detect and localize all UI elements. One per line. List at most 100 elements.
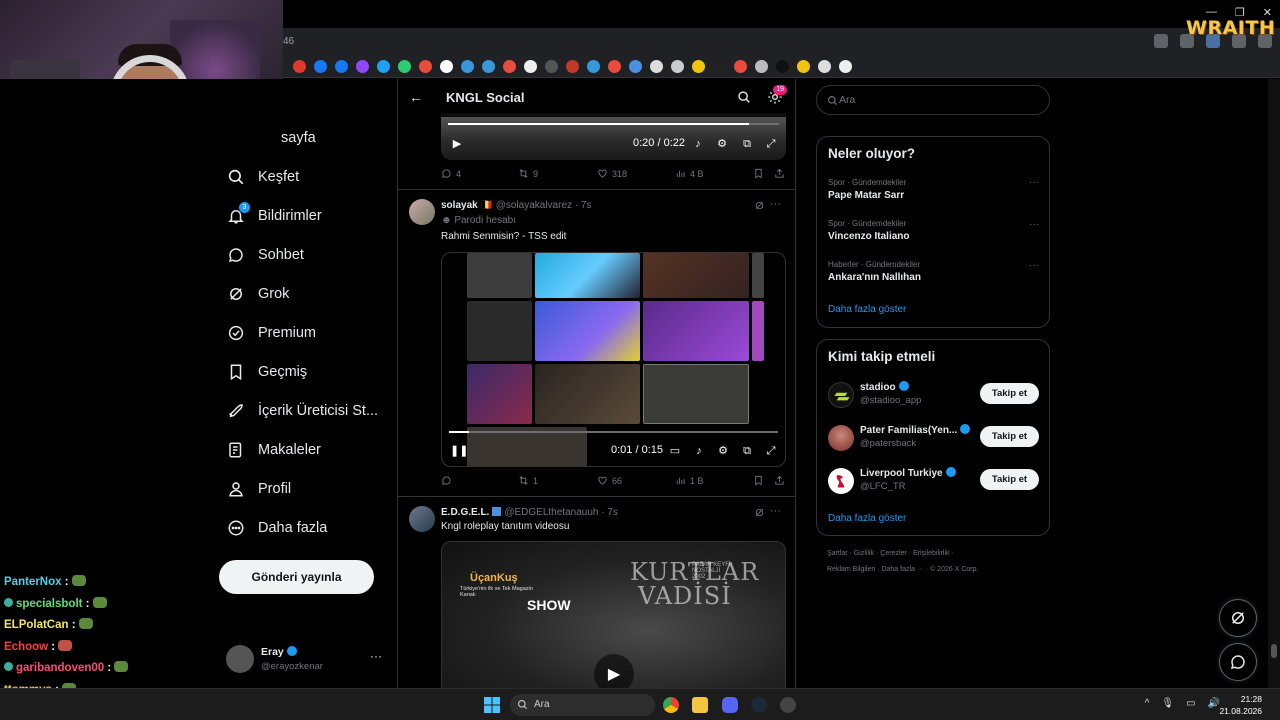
grok-icon[interactable] <box>754 507 765 518</box>
account-switcher[interactable]: Eray @erayozkenar ··· <box>226 643 386 675</box>
repost-button[interactable]: 1 <box>518 475 538 486</box>
bookmark-icon[interactable] <box>482 60 495 73</box>
search-input[interactable]: Ara <box>816 85 1050 115</box>
back-arrow-icon[interactable]: ← <box>409 89 423 105</box>
windows-start-icon[interactable] <box>484 697 500 713</box>
captions-icon[interactable]: ▭ <box>669 445 681 457</box>
account-name[interactable]: Liverpool Turkiye <box>860 467 956 479</box>
bookmark-icon[interactable] <box>314 60 327 73</box>
bookmark-icon[interactable] <box>629 60 642 73</box>
share-button[interactable] <box>774 168 785 179</box>
gear-icon[interactable]: ⚙ <box>717 445 729 457</box>
grok-icon[interactable] <box>754 200 765 211</box>
nav-item-explore[interactable]: Keşfet <box>226 163 299 191</box>
tweet-author[interactable]: E.D.G.E.L. <box>441 507 489 518</box>
url-text[interactable]: 46 <box>283 36 294 47</box>
app-icon[interactable] <box>780 697 796 713</box>
bookmark-icon[interactable] <box>713 60 726 73</box>
bookmark-icon[interactable] <box>398 60 411 73</box>
search-icon[interactable] <box>737 90 751 104</box>
avatar[interactable] <box>409 506 435 532</box>
nav-item-premium[interactable]: Premium <box>226 319 316 347</box>
trend-name[interactable]: Vincenzo Italiano <box>828 231 910 242</box>
chevron-up-icon[interactable]: ^ <box>1145 698 1150 709</box>
messages-button[interactable] <box>1219 643 1257 681</box>
discord-icon[interactable] <box>722 697 738 713</box>
nav-item-more[interactable]: Daha fazla <box>226 514 327 542</box>
avatar[interactable] <box>828 425 854 451</box>
address-bar[interactable]: 46 <box>283 28 1280 56</box>
gear-icon[interactable]: ⚙ <box>716 138 728 150</box>
fullscreen-icon[interactable]: ⤢ <box>765 138 777 150</box>
more-icon[interactable]: ··· <box>370 649 382 663</box>
volume-icon[interactable]: ♪ <box>692 138 704 150</box>
views-button[interactable]: 4 B <box>675 168 704 179</box>
mute-icon[interactable]: ♪ <box>693 445 705 457</box>
tweet-handle[interactable]: @EDGELthetanauuh · 7s <box>504 507 618 518</box>
play-icon[interactable]: ▶ <box>594 654 634 688</box>
account-name[interactable]: stadioo <box>860 381 909 393</box>
bookmark-icon[interactable] <box>419 60 432 73</box>
trend-name[interactable]: Ankara'nın Nallıhan <box>828 272 921 283</box>
footer-links[interactable]: Şartlar · Gizlilik · Çerezler · Erişileb… <box>827 550 954 557</box>
bookmark-icon[interactable] <box>839 60 852 73</box>
nav-item-articles[interactable]: Makaleler <box>226 436 321 464</box>
nav-item-notifications[interactable]: 3 Bildirimler <box>226 202 322 230</box>
scrollbar[interactable] <box>1268 79 1280 688</box>
more-icon[interactable]: ··· <box>1029 260 1039 271</box>
footer-links[interactable]: Reklam Bilgileri · Daha fazla ··· · © 20… <box>827 566 978 573</box>
reply-button[interactable] <box>441 475 456 486</box>
taskbar-search[interactable]: Ara <box>510 694 655 716</box>
bookmark-icon[interactable] <box>797 60 810 73</box>
play-icon[interactable]: ▶ <box>451 138 463 150</box>
video-player[interactable]: ▶ 0:20 / 0:22 ♪ ⚙ ⧉ ⤢ <box>441 113 786 160</box>
video-progress-bar[interactable] <box>449 431 778 433</box>
reply-button[interactable]: 4 <box>441 168 461 179</box>
bookmark-icon[interactable] <box>356 60 369 73</box>
show-more-link[interactable]: Daha fazla göster <box>828 304 906 315</box>
follow-button[interactable]: Takip et <box>980 383 1039 404</box>
more-icon[interactable]: ··· <box>1029 177 1039 188</box>
video-player[interactable]: ❚❚ 0:01 / 0:15 ▭ ♪ ⚙ ⧉ ⤢ <box>441 252 786 467</box>
bookmark-icon[interactable] <box>671 60 684 73</box>
nav-item-chat[interactable]: Sohbet <box>226 241 304 269</box>
bookmark-icon[interactable] <box>650 60 663 73</box>
fullscreen-icon[interactable]: ⤢ <box>765 445 777 457</box>
bookmark-icon[interactable] <box>818 60 831 73</box>
bookmark-icon[interactable] <box>461 60 474 73</box>
bookmark-icon[interactable] <box>566 60 579 73</box>
video-progress-bar[interactable] <box>448 123 779 125</box>
bookmark-icon[interactable] <box>545 60 558 73</box>
views-button[interactable]: 1 B <box>675 475 704 486</box>
bookmark-icon[interactable] <box>377 60 390 73</box>
bookmark-button[interactable] <box>753 168 764 179</box>
network-icon[interactable]: ▭ <box>1186 698 1195 709</box>
bookmark-icon[interactable] <box>755 60 768 73</box>
install-icon[interactable] <box>1154 34 1168 48</box>
bookmark-icon[interactable] <box>335 60 348 73</box>
bookmark-icon[interactable] <box>293 60 306 73</box>
more-icon[interactable]: ··· <box>770 198 781 210</box>
microphone-icon[interactable]: 🎙 <box>1161 698 1174 709</box>
clock[interactable]: 21:28 21.08.2026 <box>1219 693 1262 717</box>
nav-item-creator-studio[interactable]: İçerik Üreticisi St... <box>226 397 378 425</box>
show-more-link[interactable]: Daha fazla göster <box>828 513 906 524</box>
avatar[interactable] <box>828 468 854 494</box>
bookmark-icon[interactable] <box>524 60 537 73</box>
share-button[interactable] <box>774 475 785 486</box>
bookmark-icon[interactable] <box>692 60 705 73</box>
scrollbar-thumb[interactable] <box>1271 644 1277 658</box>
bookmark-button[interactable] <box>753 475 764 486</box>
volume-icon[interactable]: 🔊 <box>1208 698 1220 709</box>
nav-item-profile[interactable]: Profil <box>226 475 291 503</box>
chrome-icon[interactable] <box>663 697 679 713</box>
tweet-author[interactable]: solayak <box>441 200 478 211</box>
account-name[interactable]: Pater Familias(Yen... <box>860 424 971 436</box>
follow-button[interactable]: Takip et <box>980 469 1039 490</box>
nav-item-grok[interactable]: Grok <box>226 280 289 308</box>
bookmark-icon[interactable] <box>734 60 747 73</box>
avatar[interactable] <box>828 382 854 408</box>
repost-button[interactable]: 9 <box>518 168 538 179</box>
folder-icon[interactable] <box>692 697 708 713</box>
bookmark-icon[interactable] <box>503 60 516 73</box>
